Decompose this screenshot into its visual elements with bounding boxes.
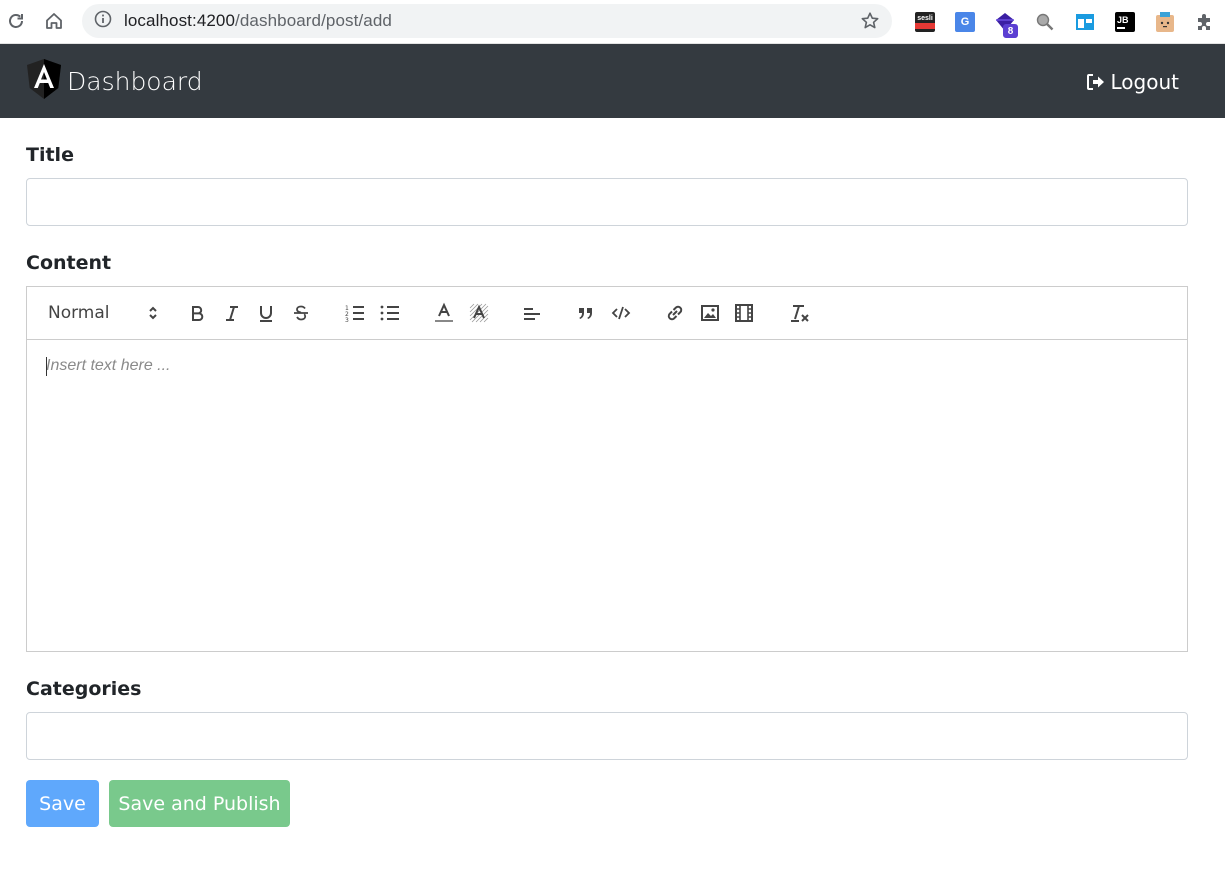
svg-text:3: 3	[345, 317, 349, 322]
header-format-select[interactable]: Normal	[48, 301, 158, 325]
blockquote-icon[interactable]	[575, 301, 597, 325]
title-input[interactable]	[26, 178, 1188, 226]
site-info-icon[interactable]	[94, 10, 112, 33]
save-and-publish-button[interactable]: Save and Publish	[109, 780, 290, 827]
editor-toolbar: Normal 123	[27, 287, 1187, 340]
text-color-icon[interactable]	[433, 301, 455, 325]
editor-placeholder: Insert text here ...	[46, 357, 171, 374]
logout-link[interactable]: Logout	[1086, 70, 1179, 94]
translate-text: G	[960, 16, 970, 28]
code-block-icon[interactable]	[610, 301, 632, 325]
browser-toolbar: localhost:4200/dashboard/post/add sesli …	[0, 0, 1225, 44]
reload-icon[interactable]	[2, 7, 30, 35]
face-extension-icon[interactable]	[1145, 8, 1185, 36]
logout-icon	[1086, 74, 1104, 90]
image-icon[interactable]	[699, 301, 721, 325]
underline-icon[interactable]	[255, 301, 277, 325]
strike-icon[interactable]	[290, 301, 312, 325]
url-path: /dashboard/post/add	[235, 11, 392, 30]
angular-logo-icon	[26, 58, 62, 104]
save-button[interactable]: Save	[26, 780, 99, 827]
bullet-list-icon[interactable]	[379, 301, 401, 325]
select-arrows-icon	[148, 305, 158, 326]
gem-badge: 8	[1003, 24, 1018, 38]
url-text: localhost:4200/dashboard/post/add	[124, 11, 392, 31]
extensions-puzzle-icon[interactable]	[1185, 8, 1225, 36]
link-icon[interactable]	[664, 301, 686, 325]
text-caret	[46, 357, 47, 376]
jetbrains-text: JB	[1117, 15, 1129, 25]
rich-text-editor: Normal 123 Insert text here ...	[26, 286, 1188, 652]
content-label: Content	[26, 252, 112, 274]
url-host: localhost:4200	[124, 11, 236, 30]
header-format-value: Normal	[48, 303, 110, 323]
address-bar[interactable]: localhost:4200/dashboard/post/add	[82, 4, 892, 38]
jetbrains-extension-icon[interactable]: JB	[1105, 8, 1145, 36]
bookmark-star-icon[interactable]	[860, 11, 880, 36]
search-extension-icon[interactable]	[1025, 8, 1065, 36]
categories-label: Categories	[26, 678, 142, 700]
brand-title: Dashboard	[67, 66, 203, 96]
italic-icon[interactable]	[221, 301, 243, 325]
app-navbar: Dashboard Logout	[0, 44, 1225, 118]
brand-link[interactable]: Dashboard	[26, 58, 203, 104]
home-icon[interactable]	[40, 7, 68, 35]
video-icon[interactable]	[733, 301, 755, 325]
align-icon[interactable]	[521, 301, 543, 325]
sesli-text: sesli	[917, 15, 933, 22]
sesli-sozluk-extension-icon[interactable]: sesli	[905, 8, 945, 36]
google-translate-extension-icon[interactable]: G	[945, 8, 985, 36]
gem-extension-icon[interactable]: 8	[985, 8, 1025, 38]
ordered-list-icon[interactable]: 123	[344, 301, 366, 325]
logout-label: Logout	[1110, 70, 1179, 94]
editor-content-area[interactable]: Insert text here ...	[27, 340, 1187, 651]
background-color-icon[interactable]	[468, 301, 490, 325]
clear-format-icon[interactable]	[787, 301, 811, 325]
extensions-bar: sesli G 8 JB	[905, 8, 1225, 38]
window-extension-icon[interactable]	[1065, 8, 1105, 36]
categories-input[interactable]	[26, 712, 1188, 760]
title-label: Title	[26, 144, 74, 166]
bold-icon[interactable]	[186, 301, 208, 325]
